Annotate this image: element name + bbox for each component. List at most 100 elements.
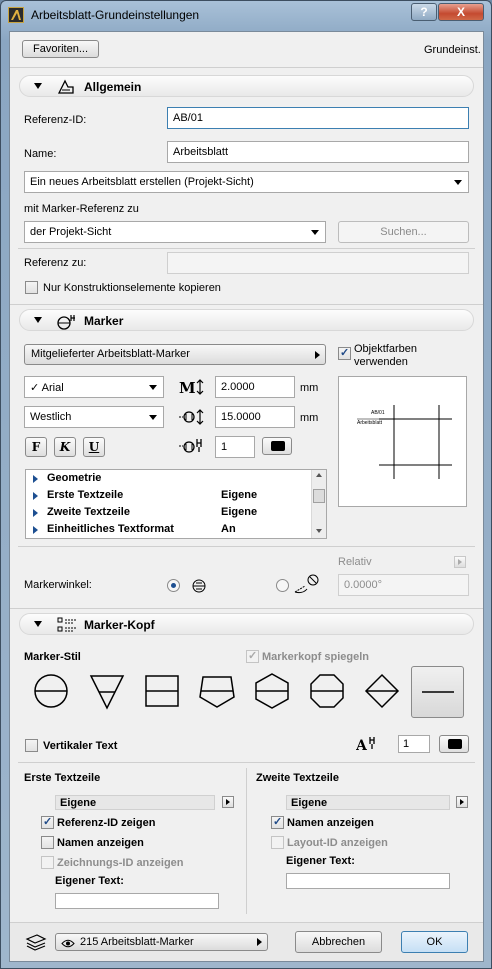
text-size-input[interactable]: 2.0000 (215, 376, 295, 398)
name-input[interactable]: Arbeitsblatt (167, 141, 469, 163)
angle-custom-radio[interactable] (276, 579, 289, 592)
marker-style-triangle-icon[interactable] (85, 667, 128, 715)
create-mode-select[interactable]: Ein neues Arbeitsblatt erstellen (Projek… (24, 171, 469, 193)
marker-params-list[interactable]: Geometrie Erste Textzeile Eigene Zweite … (25, 469, 327, 539)
name-label: Name: (24, 148, 57, 160)
divider (10, 67, 483, 68)
angle-horizontal-radio[interactable] (167, 579, 180, 592)
section-allgemein[interactable]: Allgemein (19, 75, 474, 97)
head-pen-color-button[interactable] (439, 735, 469, 753)
expand-triangle-icon (33, 509, 38, 517)
list-item[interactable]: Zweite Textzeile Eigene (26, 504, 311, 521)
first-line-arrow-button[interactable] (222, 796, 234, 808)
list-item[interactable]: Geometrie (26, 470, 311, 487)
show-refid-label: Referenz-ID zeigen (57, 817, 156, 829)
title-bar[interactable]: Arbeitsblatt-Grundeinstellungen ? X (1, 1, 491, 29)
param-key: Geometrie (47, 472, 102, 484)
relativ-arrow-button[interactable] (454, 556, 466, 568)
scroll-thumb[interactable] (313, 489, 325, 503)
first-custom-text-input[interactable] (55, 893, 219, 909)
marker-type-button[interactable]: Mitgelieferter Arbeitsblatt-Marker (24, 344, 326, 365)
pen-color-button[interactable] (262, 437, 292, 455)
show-refid-checkbox[interactable] (41, 815, 54, 829)
svg-text:M: M (179, 379, 196, 396)
head-pen-input[interactable]: 1 (398, 735, 430, 753)
angle-label: Markerwinkel: (24, 579, 92, 591)
divider (18, 546, 475, 547)
first-custom-text-label: Eigener Text: (55, 875, 124, 887)
param-key: Zweite Textzeile (47, 506, 130, 518)
copy-construction-checkbox[interactable] (25, 281, 38, 294)
text-size-unit: mm (300, 382, 319, 394)
text-size-icon: M (178, 378, 208, 397)
object-colors-checkbox[interactable] (338, 346, 351, 360)
underline-button[interactable]: U (83, 437, 105, 457)
list-item[interactable]: Erste Textzeile Eigene (26, 487, 311, 504)
show-layout-id-checkbox[interactable] (271, 836, 284, 849)
second-line-arrow-button[interactable] (456, 796, 468, 808)
list-scrollbar[interactable] (311, 470, 326, 538)
custom-angle-icon (293, 572, 327, 596)
close-button[interactable]: X (438, 3, 484, 21)
marker-ref-label: mit Marker-Referenz zu (24, 203, 139, 215)
marker-style-circle-split-icon[interactable] (29, 667, 72, 715)
scroll-down-icon[interactable] (316, 529, 322, 533)
vertical-text-label: Vertikaler Text (43, 740, 118, 752)
charset-select[interactable]: Westlich (24, 406, 164, 428)
marker-style-line-icon[interactable] (411, 666, 464, 718)
second-custom-text-input[interactable] (286, 873, 450, 889)
section-marker[interactable]: Marker (19, 309, 474, 331)
marker-head-icon (56, 616, 78, 634)
chevron-down-icon (149, 385, 157, 390)
preview-drawing (357, 405, 452, 479)
marker-style-diamond-icon[interactable] (360, 667, 403, 715)
param-value: Eigene (221, 506, 258, 518)
chevron-down-icon (454, 180, 462, 185)
show-drawing-id-checkbox[interactable] (41, 856, 54, 869)
refid-input[interactable]: AB/01 (167, 107, 469, 129)
divider (18, 248, 475, 249)
marker-style-square-icon[interactable] (140, 667, 183, 715)
help-button[interactable]: ? (411, 3, 437, 21)
chevron-down-icon (149, 415, 157, 420)
marker-icon (56, 312, 78, 330)
angle-input: 0.0000° (338, 574, 469, 596)
layer-select-button[interactable]: 215 Arbeitsblatt-Marker (55, 933, 268, 951)
mirror-head-checkbox[interactable] (246, 649, 259, 663)
marker-ref-value: der Projekt-Sicht (30, 226, 112, 238)
italic-button[interactable]: K (54, 437, 76, 457)
param-key: Erste Textzeile (47, 489, 124, 501)
vertical-text-checkbox[interactable] (25, 739, 38, 752)
copy-construction-label: Nur Konstruktionselemente kopieren (43, 282, 221, 294)
marker-style-pentagon-icon[interactable] (195, 667, 238, 715)
list-item[interactable]: Einheitliches Textformat An (26, 521, 311, 538)
offset-input[interactable]: 15.0000 (215, 406, 295, 428)
first-show-name-checkbox[interactable] (41, 836, 54, 849)
bold-button[interactable]: F (25, 437, 47, 457)
marker-style-hexagon-icon[interactable] (250, 667, 293, 715)
layers-icon (24, 933, 48, 951)
preview-ref-text: AB/01 (371, 410, 385, 416)
cancel-button[interactable]: Abbrechen (295, 931, 382, 953)
pen-input[interactable]: 1 (215, 436, 255, 458)
offset-unit: mm (300, 412, 319, 424)
scroll-up-icon[interactable] (316, 473, 322, 477)
font-select[interactable]: ✓ Arial (24, 376, 164, 398)
marker-ref-select[interactable]: der Projekt-Sicht (24, 221, 326, 243)
refid-label: Referenz-ID: (24, 114, 87, 126)
relativ-label: Relativ (338, 556, 372, 568)
pen-icon (178, 437, 208, 455)
marker-preview: AB/01 Arbeitsblatt (338, 376, 467, 507)
show-drawing-id-label: Zeichnungs-ID anzeigen (57, 857, 184, 869)
ok-button[interactable]: OK (401, 931, 468, 953)
section-marker-kopf[interactable]: Marker-Kopf (19, 613, 474, 635)
marker-style-label: Marker-Stil (24, 651, 81, 663)
second-show-name-checkbox[interactable] (271, 815, 284, 829)
marker-type-value: Mitgelieferter Arbeitsblatt-Marker (31, 348, 190, 360)
marker-style-octagon-icon[interactable] (305, 667, 348, 715)
favorites-button[interactable]: Favoriten... (22, 40, 99, 58)
second-show-name-label: Namen anzeigen (287, 817, 374, 829)
search-button[interactable]: Suchen... (338, 221, 469, 243)
first-line-option: Eigene (55, 795, 215, 810)
chevron-right-icon (257, 938, 262, 946)
